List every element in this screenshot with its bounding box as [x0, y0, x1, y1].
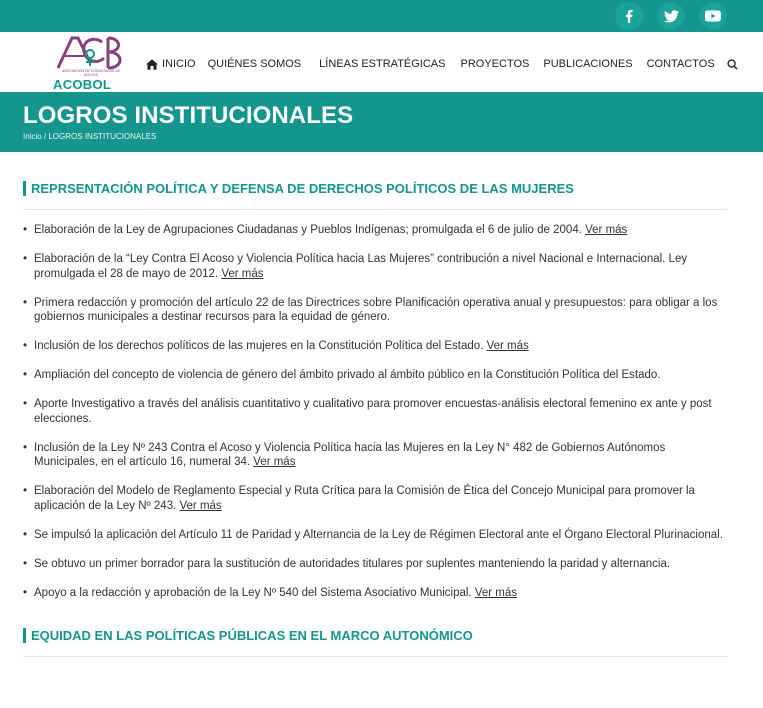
logo-text: ACOBOL	[53, 77, 112, 92]
list-item: Elaboración de la “Ley Contra El Acoso y…	[23, 252, 727, 281]
main-navbar: ASOCIACIÓN DE CONCEJALAS DE BOLIVIA ACOB…	[0, 32, 763, 92]
nav-home-label: INICIO	[162, 58, 196, 70]
item-text: Apoyo a la redacción y aprobación de la …	[34, 586, 475, 599]
list-item: Elaboración de la Ley de Agrupaciones Ci…	[23, 223, 727, 238]
list-item: Aporte Investigativo a través del anális…	[23, 397, 727, 426]
nav-lines[interactable]: LÍNEAS ESTRATÉGICAS	[319, 58, 445, 70]
list-item: Ampliación del concepto de violencia de …	[23, 368, 727, 383]
section-title: REPRSENTACIÓN POLÍTICA Y DEFENSA DE DERE…	[23, 181, 727, 196]
item-text: Aporte Investigativo a través del anális…	[34, 398, 712, 425]
acobol-logo[interactable]: ASOCIACIÓN DE CONCEJALAS DE BOLIVIA ACOB…	[50, 32, 130, 92]
item-text: Elaboración de la “Ley Contra El Acoso y…	[34, 253, 688, 280]
item-text: Elaboración del Modelo de Reglamento Esp…	[34, 485, 695, 512]
ver-mas-link[interactable]: Ver más	[585, 224, 627, 236]
section-divider-2	[23, 656, 727, 657]
breadcrumb-current: LOGROS INSTITUCIONALES	[48, 132, 157, 141]
nav-publications[interactable]: PUBLICACIONES	[543, 58, 632, 70]
social-links	[615, 2, 727, 30]
nav-about[interactable]: QUIÉNES SOMOS	[208, 58, 302, 70]
top-bar	[0, 0, 763, 32]
list-item: Se obtuvo un primer borrador para la sus…	[23, 557, 727, 572]
page-header: LOGROS INSTITUCIONALES Inicio / LOGROS I…	[0, 92, 763, 152]
list-item: Primera redacción y promoción del artícu…	[23, 296, 727, 325]
nav-projects[interactable]: PROYECTOS	[460, 58, 529, 70]
logo-subtitle: ASOCIACIÓN DE CONCEJALAS DE BOLIVIA	[62, 69, 120, 77]
ver-mas-link[interactable]: Ver más	[487, 340, 529, 352]
item-text: Inclusión de los derechos políticos de l…	[34, 340, 487, 352]
item-text: Se obtuvo un primer borrador para la sus…	[34, 557, 671, 570]
item-text: Primera redacción y promoción del artícu…	[34, 296, 718, 324]
ver-mas-link[interactable]: Ver más	[253, 456, 295, 468]
youtube-icon	[705, 10, 721, 22]
section-title-2: EQUIDAD EN LAS POLÍTICAS PÚBLICAS EN EL …	[23, 628, 727, 643]
breadcrumb: Inicio / LOGROS INSTITUCIONALES	[23, 132, 763, 141]
search-button[interactable]	[727, 58, 738, 70]
list-item: Inclusión de los derechos políticos de l…	[23, 339, 727, 354]
nav-contacts[interactable]: CONTACTOS	[647, 58, 715, 70]
ver-mas-link[interactable]: Ver más	[475, 587, 517, 599]
nav-home[interactable]: INICIO	[146, 58, 196, 70]
list-item: Inclusión de la Ley Nº 243 Contra el Aco…	[23, 441, 727, 470]
facebook-icon	[625, 9, 633, 23]
home-icon	[146, 58, 158, 70]
item-text: Elaboración de la Ley de Agrupaciones Ci…	[34, 224, 586, 236]
facebook-link[interactable]	[615, 2, 643, 30]
ver-mas-link[interactable]: Ver más	[221, 268, 263, 280]
twitter-link[interactable]	[657, 2, 685, 30]
twitter-icon	[663, 9, 679, 22]
main-menu: INICIO QUIÉNES SOMOS LÍNEAS ESTRATÉGICAS…	[146, 58, 738, 70]
list-item: Apoyo a la redacción y aprobación de la …	[23, 586, 727, 601]
breadcrumb-home[interactable]: Inicio	[23, 132, 42, 141]
section-divider	[23, 209, 727, 210]
ver-mas-link[interactable]: Ver más	[180, 500, 222, 512]
search-icon	[727, 58, 738, 70]
page-title: LOGROS INSTITUCIONALES	[23, 102, 354, 129]
list-item: Elaboración del Modelo de Reglamento Esp…	[23, 484, 727, 513]
item-text: Ampliación del concepto de violencia de …	[34, 369, 661, 381]
item-text: Inclusión de la Ley Nº 243 Contra el Aco…	[34, 441, 666, 469]
achievements-list: Elaboración de la Ley de Agrupaciones Ci…	[23, 223, 727, 600]
youtube-link[interactable]	[699, 2, 727, 30]
list-item: Se impulsó la aplicación del Artículo 11…	[23, 528, 727, 543]
main-content: REPRSENTACIÓN POLÍTICA Y DEFENSA DE DERE…	[0, 152, 763, 657]
item-text: Se impulsó la aplicación del Artículo 11…	[34, 528, 723, 541]
